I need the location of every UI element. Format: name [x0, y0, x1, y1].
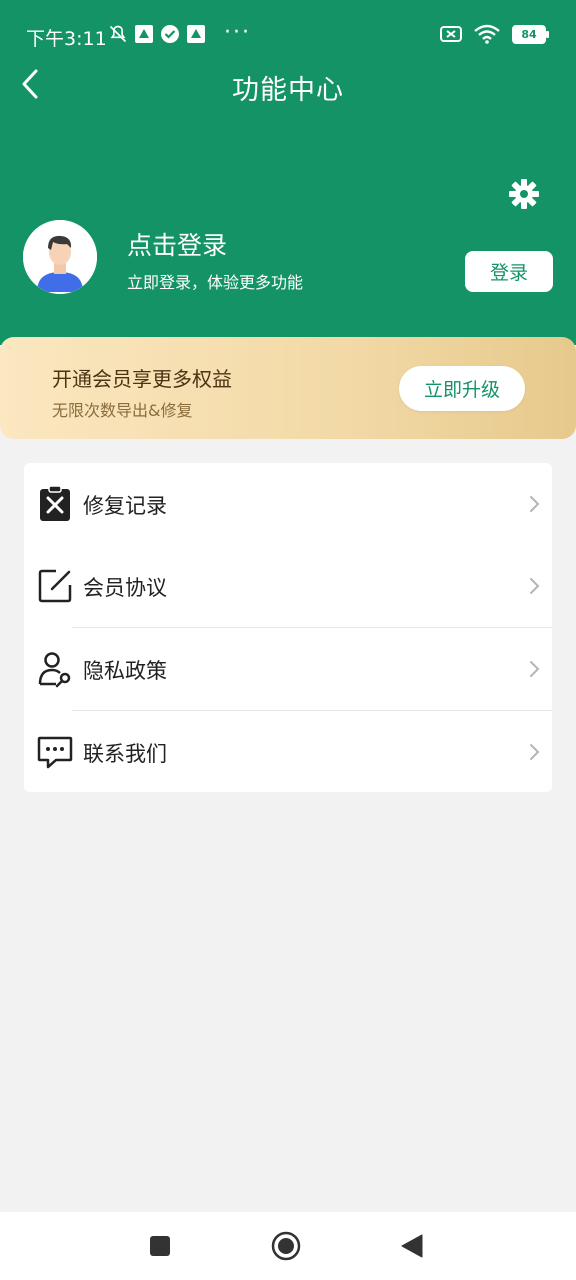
vip-subtitle: 无限次数导出&修复 [52, 401, 193, 420]
login-title[interactable]: 点击登录 [127, 226, 227, 262]
menu-item-label: 修复记录 [83, 494, 167, 518]
wifi-icon [474, 24, 500, 44]
sim-off-icon [440, 26, 462, 42]
check-circle-icon [161, 25, 179, 43]
mute-bell-icon [109, 25, 127, 43]
chevron-right-icon [530, 496, 540, 512]
app-notification-icon [187, 25, 205, 43]
chevron-right-icon [530, 661, 540, 677]
repair-record-icon [40, 485, 70, 521]
menu-item-repair-records[interactable]: 修复记录 [24, 463, 552, 545]
upgrade-button[interactable]: 立即升级 [399, 366, 525, 411]
menu-item-label: 会员协议 [83, 576, 167, 600]
avatar[interactable] [23, 220, 97, 294]
menu-item-member-agreement[interactable]: 会员协议 [24, 545, 552, 627]
settings-button[interactable] [506, 176, 542, 212]
menu-item-label: 隐私政策 [83, 659, 167, 683]
page-title: 功能中心 [232, 75, 344, 106]
triangle-back-icon [401, 1234, 423, 1258]
home-circle-icon [271, 1231, 301, 1261]
login-button[interactable]: 登录 [465, 251, 553, 292]
vip-title: 开通会员享更多权益 [52, 367, 232, 391]
menu-item-contact-us[interactable]: 联系我们 [24, 711, 552, 793]
edit-document-icon [38, 569, 72, 603]
user-avatar-icon [23, 220, 97, 294]
status-time: 下午3:11 [26, 28, 107, 50]
battery-icon: 84 [512, 24, 549, 44]
user-privacy-icon [38, 652, 71, 688]
menu-list: 修复记录 会员协议 隐私政策 联系我们 [24, 463, 552, 792]
menu-item-privacy-policy[interactable]: 隐私政策 [24, 628, 552, 710]
status-bar: 下午3:11 ··· 84 [0, 0, 576, 70]
system-navigation-bar [0, 1212, 576, 1280]
status-system-icons: 84 [440, 24, 549, 44]
back-nav-button[interactable] [396, 1230, 428, 1262]
chat-bubble-icon [37, 736, 73, 769]
menu-item-label: 联系我们 [83, 742, 167, 766]
square-icon [150, 1236, 170, 1256]
chevron-right-icon [530, 578, 540, 594]
home-button[interactable] [270, 1230, 302, 1262]
status-notification-icons [108, 24, 206, 44]
app-notification-icon [135, 25, 153, 43]
recent-apps-button[interactable] [144, 1230, 176, 1262]
chevron-right-icon [530, 744, 540, 760]
login-subtitle: 立即登录，体验更多功能 [127, 273, 304, 292]
more-notifications-icon: ··· [224, 20, 251, 45]
